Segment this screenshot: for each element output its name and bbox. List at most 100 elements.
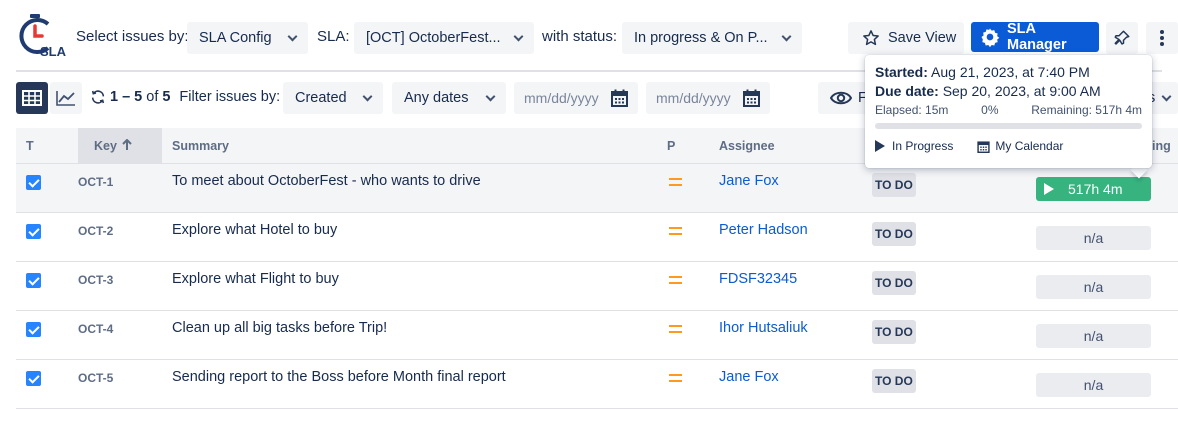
- sla-remaining-value: 517h 4m: [1068, 181, 1123, 197]
- sla-manager-label: SLA Manager: [1006, 21, 1067, 53]
- dates-dropdown[interactable]: Any dates: [392, 82, 506, 114]
- issue-key[interactable]: OCT-2: [78, 224, 113, 238]
- issue-assignee[interactable]: Peter Hadson: [719, 222, 808, 238]
- column-priority[interactable]: P: [667, 128, 675, 164]
- date-to-input[interactable]: mm/dd/yyyy: [646, 82, 770, 114]
- popup-started: Started: Aug 21, 2023, at 7:40 PM: [875, 64, 1142, 80]
- sla-remaining-value: n/a: [1036, 226, 1151, 250]
- status-value: In progress & On P...: [634, 30, 768, 46]
- status-badge: TO DO: [872, 222, 916, 246]
- gear-icon: [981, 28, 1000, 47]
- of-label: of: [146, 89, 159, 105]
- calendar-icon[interactable]: [611, 89, 628, 107]
- sla-details-popup: Started: Aug 21, 2023, at 7:40 PM Due da…: [865, 55, 1152, 168]
- refresh-icon[interactable]: [90, 89, 106, 105]
- issue-assignee[interactable]: Jane Fox: [719, 173, 779, 189]
- save-view-button[interactable]: Save View: [848, 22, 964, 54]
- issue-key[interactable]: OCT-3: [78, 273, 113, 287]
- issue-summary[interactable]: Clean up all big tasks before Trip!: [172, 320, 387, 336]
- my-calendar-label: My Calendar: [995, 139, 1064, 153]
- table-row[interactable]: OCT-1 To meet about OctoberFest - who wa…: [16, 164, 1178, 213]
- priority-medium-icon: [669, 178, 682, 190]
- play-icon: [1044, 183, 1054, 196]
- sla-value: [OCT] OctoberFest...: [366, 30, 501, 46]
- sla-dropdown[interactable]: [OCT] OctoberFest...: [354, 22, 534, 54]
- column-key-label: Key: [94, 139, 117, 153]
- sla-progress-bar: [875, 123, 1142, 129]
- issue-range: 1 – 5: [110, 89, 143, 105]
- issue-summary[interactable]: Explore what Hotel to buy: [172, 222, 337, 238]
- chevron-down-icon: [781, 31, 792, 41]
- issue-assignee[interactable]: FDSF32345: [719, 271, 797, 287]
- issue-key[interactable]: OCT-5: [78, 371, 113, 385]
- chevron-down-icon: [485, 91, 496, 101]
- created-dropdown[interactable]: Created: [283, 82, 383, 114]
- priority-medium-icon: [669, 374, 682, 386]
- date-from-input[interactable]: mm/dd/yyyy: [514, 82, 638, 114]
- pin-button[interactable]: [1106, 22, 1138, 54]
- status-badge: TO DO: [872, 320, 916, 344]
- chevron-down-icon: [362, 91, 373, 101]
- sla-remaining-value: n/a: [1036, 324, 1151, 348]
- sla-config-value: SLA Config: [199, 30, 272, 46]
- sla-remaining-value: n/a: [1036, 275, 1151, 299]
- column-assignee[interactable]: Assignee: [719, 128, 775, 164]
- calendar-icon: [977, 140, 990, 153]
- issue-total: 5: [162, 89, 171, 105]
- arrow-up-icon: [122, 138, 133, 150]
- chart-view-button[interactable]: [50, 82, 82, 114]
- row-checkbox[interactable]: [26, 371, 41, 386]
- status-badge: TO DO: [872, 369, 916, 393]
- in-progress-link[interactable]: In Progress: [875, 139, 953, 153]
- column-key[interactable]: Key: [78, 128, 162, 164]
- remaining-value: Remaining: 517h 4m: [1031, 103, 1142, 117]
- pin-icon: [1114, 30, 1130, 45]
- column-type[interactable]: T: [26, 128, 34, 164]
- issue-count: 1 – 5 of 5 Filter issues by:: [90, 89, 280, 105]
- table-row[interactable]: OCT-4 Clean up all big tasks before Trip…: [16, 311, 1178, 360]
- progress-percent: 0%: [981, 103, 999, 117]
- issue-assignee[interactable]: Ihor Hutsaliuk: [719, 320, 808, 336]
- sla-manager-button[interactable]: SLA Manager: [971, 21, 1099, 53]
- issue-assignee[interactable]: Jane Fox: [719, 369, 779, 385]
- table-row[interactable]: OCT-3 Explore what Flight to buy FDSF323…: [16, 262, 1178, 311]
- due-date-label: Due date:: [875, 83, 939, 99]
- popup-stats: Elapsed: 15m 0% Remaining: 517h 4m: [875, 103, 1142, 117]
- status-dropdown[interactable]: In progress & On P...: [622, 22, 802, 54]
- sla-logo: SLA: [18, 14, 68, 62]
- row-checkbox[interactable]: [26, 224, 41, 239]
- dates-value: Any dates: [404, 90, 469, 106]
- priority-medium-icon: [669, 325, 682, 337]
- filter-issues-label: Filter issues by:: [179, 89, 281, 105]
- elapsed-value: Elapsed: 15m: [875, 103, 949, 117]
- sla-config-dropdown[interactable]: SLA Config: [187, 22, 308, 54]
- sla-label: SLA:: [317, 28, 350, 45]
- table-row[interactable]: OCT-2 Explore what Hotel to buy Peter Ha…: [16, 213, 1178, 262]
- row-checkbox[interactable]: [26, 273, 41, 288]
- date-to-placeholder: mm/dd/yyyy: [656, 90, 731, 106]
- status-badge: TO DO: [872, 173, 916, 197]
- row-checkbox[interactable]: [26, 322, 41, 337]
- table-row[interactable]: OCT-5 Sending report to the Boss before …: [16, 360, 1178, 409]
- date-from-placeholder: mm/dd/yyyy: [524, 90, 599, 106]
- issue-key[interactable]: OCT-4: [78, 322, 113, 336]
- select-issues-label: Select issues by:: [76, 28, 189, 45]
- column-summary[interactable]: Summary: [172, 128, 229, 164]
- issue-summary[interactable]: Explore what Flight to buy: [172, 271, 339, 287]
- play-icon: [875, 140, 885, 152]
- sla-timer-running[interactable]: 517h 4m: [1036, 177, 1151, 201]
- issue-summary[interactable]: To meet about OctoberFest - who wants to…: [172, 173, 481, 189]
- column-remaining[interactable]: ing: [1152, 128, 1171, 164]
- table-view-button[interactable]: [16, 82, 48, 114]
- created-value: Created: [295, 90, 347, 106]
- my-calendar-link[interactable]: My Calendar: [977, 139, 1063, 153]
- chevron-down-icon: [1161, 91, 1172, 101]
- issue-summary[interactable]: Sending report to the Boss before Month …: [172, 369, 506, 385]
- more-actions-button[interactable]: [1146, 22, 1178, 54]
- row-checkbox[interactable]: [26, 175, 41, 190]
- line-chart-icon: [56, 91, 75, 106]
- issue-key[interactable]: OCT-1: [78, 175, 113, 189]
- calendar-icon[interactable]: [743, 89, 760, 107]
- logo-text: SLA: [40, 44, 66, 59]
- popup-links: In Progress My Calendar: [875, 139, 1142, 153]
